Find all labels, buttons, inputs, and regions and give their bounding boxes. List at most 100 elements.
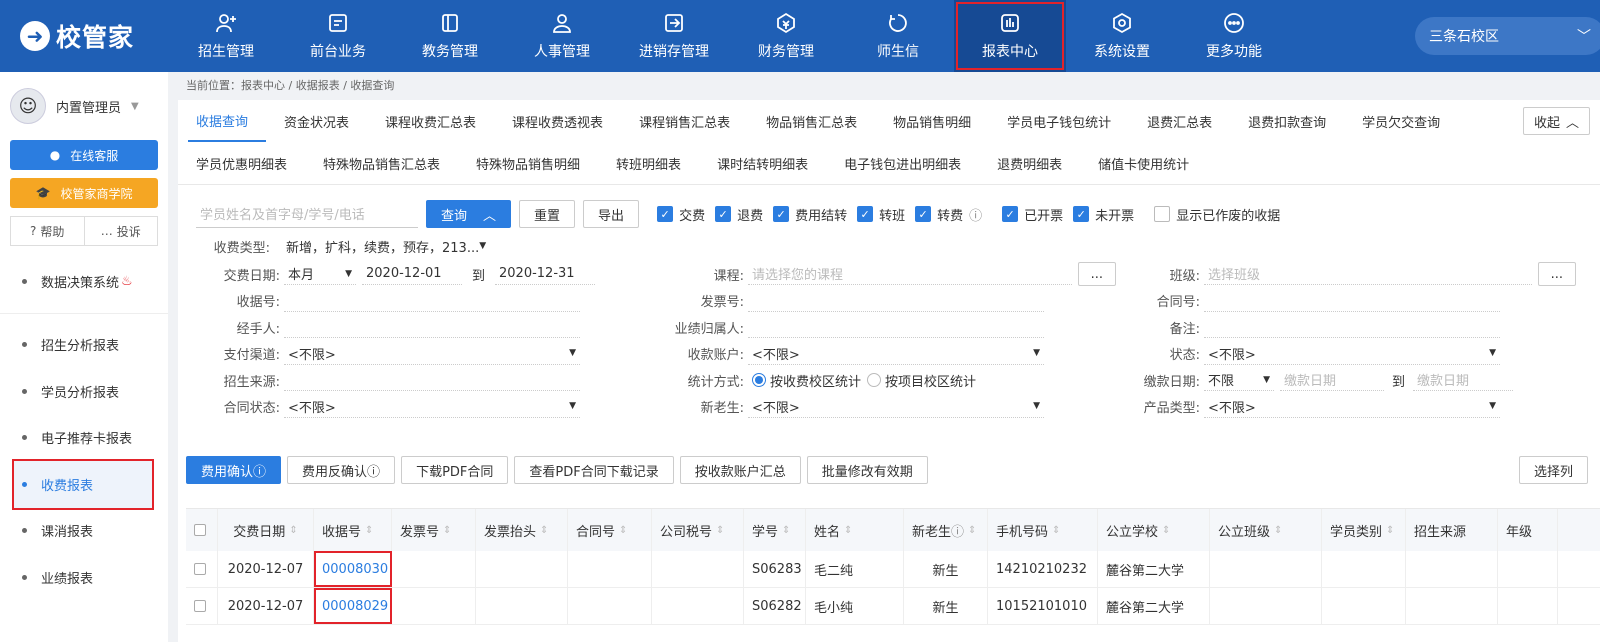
tab-report[interactable]: 退费汇总表 [1129, 100, 1230, 142]
invoice-input[interactable] [748, 290, 1044, 312]
nav-item-academic[interactable]: 教务管理 [394, 0, 506, 72]
action-button[interactable]: 查看PDF合同下载记录 [514, 456, 674, 484]
radio-stat-campus[interactable]: 按收费校区统计 [752, 371, 861, 390]
receipt-link[interactable]: 00008029 [322, 599, 388, 614]
online-service-button[interactable]: ● 在线客服 [10, 140, 158, 170]
tab-report[interactable]: 物品销售明细 [875, 100, 989, 142]
class-more-button[interactable]: ... [1537, 262, 1576, 287]
column-header[interactable]: 公立班级 ⇕ [1210, 509, 1322, 551]
radio-stat-project[interactable]: 按项目校区统计 [867, 371, 976, 390]
sidebar-item-enroll-report[interactable]: 招生分析报表 [0, 322, 168, 369]
fee-type-select[interactable]: 新增，扩科，续费，预存，213... ▼ [282, 232, 490, 260]
nav-item-enrollment[interactable]: 招生管理 [170, 0, 282, 72]
column-header[interactable]: 收据号 ⇕ [314, 509, 392, 551]
course-input[interactable]: 请选择您的课程 [748, 263, 1072, 286]
status-select[interactable]: <不限> ▼ [1204, 343, 1500, 365]
column-header[interactable]: 学员类别 ⇕ [1322, 509, 1406, 551]
product-select[interactable]: <不限> ▼ [1204, 396, 1500, 418]
column-header[interactable]: 交费日期 ⇕ [218, 509, 314, 551]
sidebar-item-ecard-report[interactable]: 电子推荐卡报表 [0, 415, 168, 462]
tab-report[interactable]: 课程销售汇总表 [621, 100, 748, 142]
action-button[interactable]: 按收款账户汇总 [679, 456, 801, 484]
receipt-link[interactable]: 00008030 [322, 562, 388, 577]
nav-item-settings[interactable]: 系统设置 [1066, 0, 1178, 72]
checkbox-filter[interactable]: ✓ 交费 [657, 205, 705, 224]
contract-input[interactable] [1204, 290, 1500, 312]
column-header[interactable]: 年级 [1498, 509, 1558, 551]
nav-item-reports[interactable]: 报表中心 [954, 0, 1066, 72]
tab-report[interactable]: 转班明细表 [598, 142, 699, 184]
newold-select[interactable]: <不限> ▼ [748, 396, 1044, 418]
action-button[interactable]: 批量修改有效期 [806, 456, 928, 484]
tab-report[interactable]: 退费明细表 [979, 142, 1080, 184]
export-button[interactable]: 导出 [583, 200, 640, 228]
nav-item-inventory[interactable]: 进销存管理 [618, 0, 730, 72]
collapse-button[interactable]: 收起 ︿ [1522, 107, 1590, 135]
column-header[interactable]: 公立学校 ⇕ [1098, 509, 1210, 551]
pay-channel-select[interactable]: <不限> ▼ [284, 343, 580, 365]
checkbox-filter[interactable]: ✓ 转班 [857, 205, 905, 224]
column-header[interactable]: 发票号 ⇕ [392, 509, 476, 551]
checkbox-filter[interactable]: ✓ 退费 [715, 205, 763, 224]
tab-report[interactable]: 物品销售汇总表 [748, 100, 875, 142]
table-cell[interactable]: 00008030 [314, 551, 392, 587]
sidebar-item-student-report[interactable]: 学员分析报表 [0, 368, 168, 415]
column-header[interactable]: 公司税号 ⇕ [652, 509, 744, 551]
tab-report[interactable]: 退费扣款查询 [1230, 100, 1344, 142]
reset-button[interactable]: 重置 [519, 200, 576, 228]
sidebar-item-consume-report[interactable]: 课消报表 [0, 508, 168, 555]
column-header[interactable]: 学号 ⇕ [744, 509, 806, 551]
checkbox-filter[interactable]: ✓ 未开票 [1073, 205, 1134, 224]
nav-item-finance[interactable]: 财务管理 [730, 0, 842, 72]
remark-input[interactable] [1204, 316, 1500, 339]
header-select-all[interactable] [186, 509, 218, 551]
column-header[interactable]: 招生来源 [1406, 509, 1498, 551]
academy-button[interactable]: 🎓 校管家商学院 [10, 178, 158, 208]
receipt-input[interactable] [284, 290, 580, 312]
sidebar-item-fee-report[interactable]: 收费报表 [12, 459, 154, 510]
tab-report[interactable]: 资金状况表 [266, 100, 367, 142]
tab-report[interactable]: 特殊物品销售明细 [458, 142, 598, 184]
nav-item-more[interactable]: 更多功能 [1178, 0, 1290, 72]
campus-selector[interactable]: 三条石校区 ﹀ [1415, 17, 1600, 55]
date-mode-select[interactable]: 本月 ▼ [284, 263, 356, 286]
column-header[interactable]: 新老生 ⓘ ⇕ [904, 509, 988, 551]
contract-status-select[interactable]: <不限> ▼ [284, 396, 580, 418]
tab-report[interactable]: 课程收费汇总表 [367, 100, 494, 142]
row-select[interactable] [186, 551, 218, 587]
date-to-input[interactable]: 2020-12-31 [495, 263, 596, 286]
query-button[interactable]: 查询 ︿ [426, 200, 512, 228]
app-logo[interactable]: ➜ 校管家 [20, 17, 134, 55]
account-select[interactable]: <不限> ▼ [748, 343, 1044, 365]
paydate-from-input[interactable]: 缴款日期 [1280, 369, 1384, 392]
tab-report[interactable]: 学员电子钱包统计 [989, 100, 1129, 142]
tab-report[interactable]: 储值卡使用统计 [1080, 142, 1207, 184]
date-from-input[interactable]: 2020-12-01 [362, 263, 462, 286]
checkbox-filter[interactable]: ✓ 费用结转 [773, 205, 847, 224]
table-cell[interactable]: 00008029 [314, 588, 392, 624]
column-header[interactable]: 姓名 ⇕ [806, 509, 904, 551]
select-columns-button[interactable]: 选择列 [1518, 456, 1588, 484]
search-input[interactable]: 学员姓名及首字母/学号/电话 [196, 200, 418, 228]
performance-input[interactable] [748, 316, 1044, 339]
source-input[interactable] [284, 369, 580, 392]
tab-report[interactable]: 特殊物品销售汇总表 [305, 142, 458, 184]
tab-report[interactable]: 学员欠交查询 [1344, 100, 1458, 142]
sidebar-item-performance-report[interactable]: 业绩报表 [0, 554, 168, 601]
action-button[interactable]: 费用反确认 ⓘ [287, 456, 396, 484]
handler-input[interactable] [284, 316, 580, 339]
paydate-mode-select[interactable]: 不限 ▼ [1204, 369, 1274, 392]
nav-item-hr[interactable]: 人事管理 [506, 0, 618, 72]
user-profile[interactable]: ☺ 内置管理员 ▼ [0, 72, 168, 140]
checkbox-filter[interactable]: 显示已作废的收据 [1154, 205, 1280, 224]
sidebar-item-decision[interactable]: 数据决策系统 ♨ [0, 258, 168, 305]
action-button[interactable]: 费用确认 ⓘ [186, 456, 282, 484]
column-header[interactable]: 发票抬头 ⇕ [476, 509, 568, 551]
paydate-to-input[interactable]: 缴款日期 [1413, 369, 1514, 392]
checkbox-filter[interactable]: ✓ 转费 ⓘ [915, 205, 982, 224]
course-more-button[interactable]: ... [1077, 262, 1116, 287]
class-input[interactable]: 选择班级 [1204, 263, 1532, 286]
tab-report[interactable]: 收据查询 [188, 100, 267, 142]
complaint-button[interactable]: … 投诉 [83, 217, 158, 245]
nav-item-messaging[interactable]: 师生信 [842, 0, 954, 72]
